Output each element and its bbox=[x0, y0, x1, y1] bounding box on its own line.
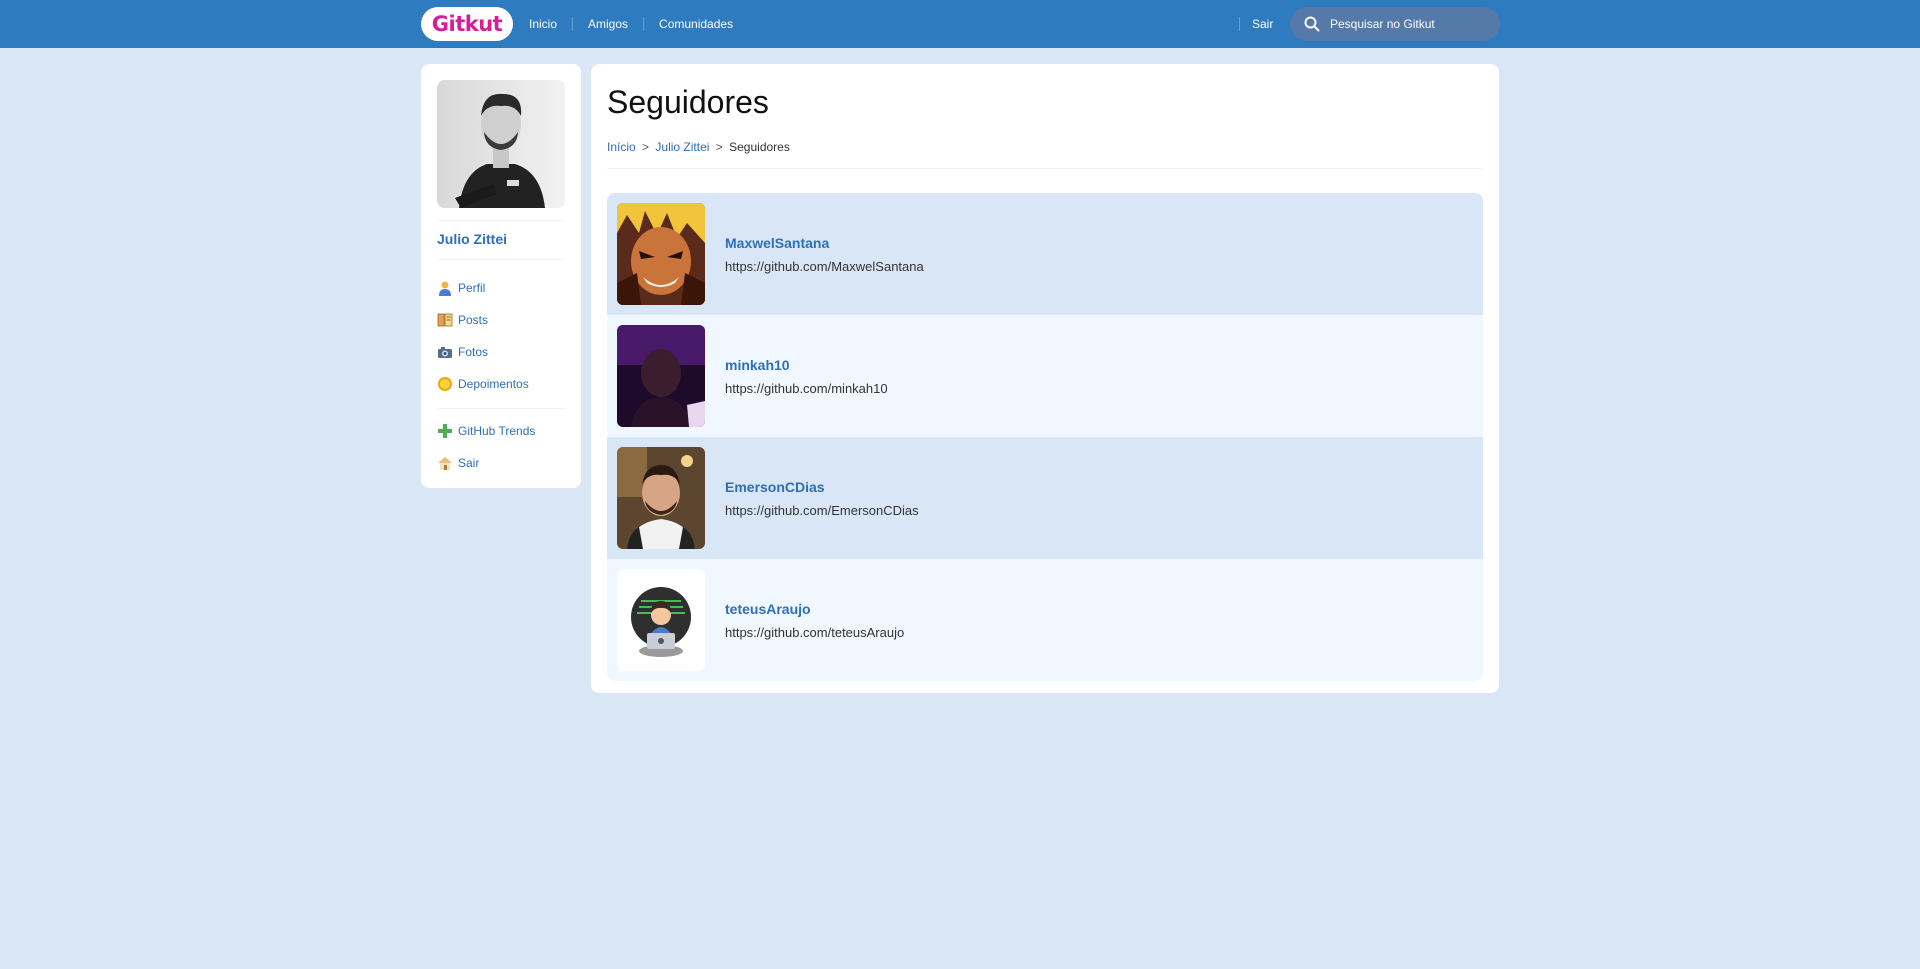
user-icon bbox=[439, 281, 451, 296]
main-nav: Inicio Amigos Comunidades bbox=[529, 0, 748, 48]
follower-url: https://github.com/minkah10 bbox=[725, 380, 888, 396]
breadcrumb-home[interactable]: Início bbox=[607, 140, 636, 154]
follower-info: MaxwelSantana https://github.com/MaxwelS… bbox=[725, 235, 924, 274]
camera-icon bbox=[438, 347, 452, 358]
sidebar-link-github-trends[interactable]: GitHub Trends bbox=[437, 423, 535, 439]
divider bbox=[437, 259, 565, 260]
sidebar-item-label: Sair bbox=[458, 456, 480, 470]
sidebar-menu-secondary: GitHub Trends Sair bbox=[437, 415, 565, 479]
sidebar-item-label: Posts bbox=[458, 313, 489, 327]
follower-row[interactable]: minkah10 https://github.com/minkah10 bbox=[607, 315, 1483, 437]
profile-name-link[interactable]: Julio Zittei bbox=[437, 231, 565, 247]
followers-panel: Seguidores Início > Julio Zittei > Segui… bbox=[591, 64, 1499, 693]
search-icon bbox=[1304, 16, 1320, 32]
sun-icon bbox=[438, 377, 452, 391]
sidebar-link-perfil[interactable]: Perfil bbox=[437, 280, 485, 296]
follower-avatar[interactable] bbox=[617, 325, 705, 427]
nav-amigos[interactable]: Amigos bbox=[572, 17, 643, 31]
sidebar-item-posts[interactable]: Posts bbox=[437, 304, 565, 336]
sidebar-item-perfil[interactable]: Perfil bbox=[437, 272, 565, 304]
follower-avatar[interactable] bbox=[617, 203, 705, 305]
nav-inicio[interactable]: Inicio bbox=[529, 17, 572, 31]
sidebar-link-sair[interactable]: Sair bbox=[437, 455, 479, 471]
sidebar-item-depoimentos[interactable]: Depoimentos bbox=[437, 368, 565, 400]
plus-icon bbox=[438, 424, 452, 438]
divider bbox=[437, 220, 565, 221]
sidebar-item-github-trends[interactable]: GitHub Trends bbox=[437, 415, 565, 447]
breadcrumb-separator: > bbox=[642, 140, 650, 154]
follower-name-link[interactable]: MaxwelSantana bbox=[725, 235, 924, 251]
follower-row[interactable]: teteusAraujo https://github.com/teteusAr… bbox=[607, 559, 1483, 681]
follower-avatar[interactable] bbox=[617, 569, 705, 671]
follower-avatar[interactable] bbox=[617, 447, 705, 549]
sidebar-link-depoimentos[interactable]: Depoimentos bbox=[437, 376, 529, 392]
breadcrumb: Início > Julio Zittei > Seguidores bbox=[607, 140, 1483, 156]
sidebar-link-fotos[interactable]: Fotos bbox=[437, 344, 488, 360]
book-icon bbox=[437, 313, 453, 327]
follower-info: EmersonCDias https://github.com/EmersonC… bbox=[725, 479, 919, 518]
follower-row[interactable]: MaxwelSantana https://github.com/MaxwelS… bbox=[607, 193, 1483, 315]
top-bar: Gitkut Inicio Amigos Comunidades Sair bbox=[0, 0, 1920, 48]
followers-list: MaxwelSantana https://github.com/MaxwelS… bbox=[607, 193, 1483, 681]
search-box[interactable] bbox=[1290, 7, 1500, 41]
page-title: Seguidores bbox=[607, 84, 769, 120]
sidebar-item-label: Depoimentos bbox=[458, 377, 529, 391]
follower-info: teteusAraujo https://github.com/teteusAr… bbox=[725, 601, 904, 640]
search-input[interactable] bbox=[1330, 17, 1490, 31]
divider bbox=[607, 168, 1483, 169]
logout-link[interactable]: Sair bbox=[1239, 17, 1273, 31]
sidebar-item-sair[interactable]: Sair bbox=[437, 447, 565, 479]
profile-sidebar: Julio Zittei Perfil Posts Fotos Depoimen… bbox=[421, 64, 581, 488]
sidebar-item-label: GitHub Trends bbox=[458, 424, 536, 438]
home-icon bbox=[438, 457, 452, 470]
sidebar-item-label: Perfil bbox=[458, 281, 486, 295]
divider bbox=[437, 408, 565, 409]
profile-avatar[interactable] bbox=[437, 80, 565, 208]
top-bar-inner: Gitkut Inicio Amigos Comunidades Sair bbox=[420, 0, 1500, 48]
nav-comunidades[interactable]: Comunidades bbox=[643, 17, 748, 31]
follower-url: https://github.com/MaxwelSantana bbox=[725, 258, 924, 274]
follower-info: minkah10 https://github.com/minkah10 bbox=[725, 357, 888, 396]
sidebar-menu-primary: Perfil Posts Fotos Depoimentos bbox=[437, 272, 565, 400]
follower-name-link[interactable]: EmersonCDias bbox=[725, 479, 919, 495]
gitkut-logo[interactable]: Gitkut bbox=[421, 7, 513, 41]
sidebar-link-posts[interactable]: Posts bbox=[437, 312, 488, 328]
logo-text: Gitkut bbox=[431, 12, 503, 36]
follower-url: https://github.com/EmersonCDias bbox=[725, 502, 919, 518]
breadcrumb-separator: > bbox=[715, 140, 723, 154]
breadcrumb-current: Seguidores bbox=[729, 140, 790, 154]
follower-name-link[interactable]: minkah10 bbox=[725, 357, 888, 373]
breadcrumb-user[interactable]: Julio Zittei bbox=[655, 140, 709, 154]
follower-name-link[interactable]: teteusAraujo bbox=[725, 601, 904, 617]
sidebar-item-fotos[interactable]: Fotos bbox=[437, 336, 565, 368]
follower-row[interactable]: EmersonCDias https://github.com/EmersonC… bbox=[607, 437, 1483, 559]
follower-url: https://github.com/teteusAraujo bbox=[725, 624, 905, 640]
sidebar-item-label: Fotos bbox=[458, 345, 489, 359]
